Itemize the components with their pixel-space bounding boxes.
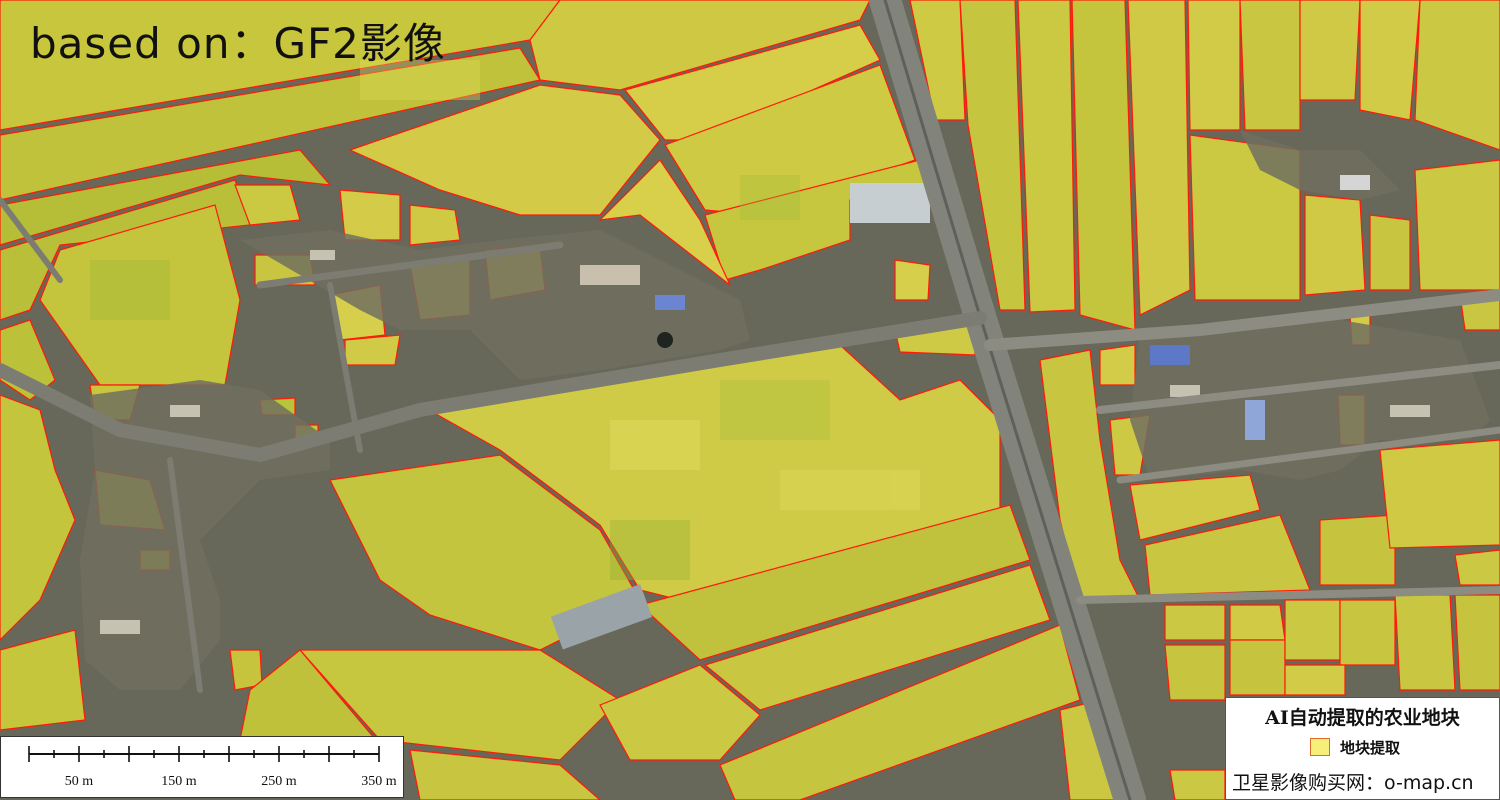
field-parcel [894, 259, 931, 301]
building [100, 620, 140, 634]
field-parcel [1169, 769, 1226, 800]
field-parcel [339, 189, 401, 241]
pond [657, 332, 673, 348]
legend-swatch [1310, 738, 1330, 756]
map-patch [610, 420, 700, 470]
field-parcel [1284, 599, 1341, 661]
building [1170, 385, 1200, 397]
source-credit: 卫星影像购买网：o-map.cn [1232, 772, 1474, 794]
field-parcel [1071, 0, 1136, 331]
map-patch [740, 175, 800, 220]
map-patch [90, 260, 170, 320]
field-parcel [1229, 639, 1286, 696]
scale-label: 250 m [261, 774, 297, 789]
scale-label: 150 m [161, 774, 197, 789]
field-parcel [1164, 644, 1226, 701]
field-parcel [1339, 599, 1396, 666]
building [1245, 400, 1265, 440]
field-parcel [1454, 594, 1500, 691]
field-parcel [1359, 0, 1421, 121]
field-parcel [1414, 159, 1500, 291]
building [850, 183, 930, 223]
field-parcel [1164, 604, 1226, 641]
legend-title: AI自动提取的农业地块 [1265, 707, 1460, 729]
satellite-map[interactable] [0, 0, 1500, 800]
building [310, 250, 335, 260]
building [170, 405, 200, 417]
field-parcel [1229, 604, 1286, 641]
field-parcel [409, 204, 461, 246]
map-patch [610, 520, 690, 580]
building [1390, 405, 1430, 417]
field-parcel [1379, 439, 1500, 549]
field-parcel [1369, 214, 1411, 291]
field-parcel [1099, 344, 1136, 386]
building [655, 295, 685, 310]
building [580, 265, 640, 285]
field-parcel [1299, 0, 1361, 101]
legend-item-label: 地块提取 [1340, 739, 1401, 757]
building [1340, 175, 1370, 190]
legend: AI自动提取的农业地块 地块提取 卫星影像购买网：o-map.cn [1225, 697, 1500, 800]
field-parcel [1284, 664, 1346, 696]
field-parcel [1454, 549, 1500, 586]
scale-bar: 50 m 150 m 250 m 350 m [0, 736, 404, 798]
scale-label: 50 m [64, 774, 94, 789]
field-parcel [1239, 0, 1301, 131]
map-patch [720, 380, 830, 440]
field-parcel [1319, 514, 1396, 586]
field-parcel [1394, 594, 1456, 691]
field-parcel [344, 334, 401, 366]
field-parcel [1304, 194, 1366, 296]
map-title: based on：GF2影像 [30, 19, 446, 68]
field-parcel [1187, 0, 1241, 131]
building [1150, 345, 1190, 365]
scale-label: 350 m [361, 774, 397, 789]
map-view[interactable]: based on：GF2影像 50 m 150 m 250 m 350 m AI… [0, 0, 1500, 800]
map-patch [780, 470, 920, 510]
